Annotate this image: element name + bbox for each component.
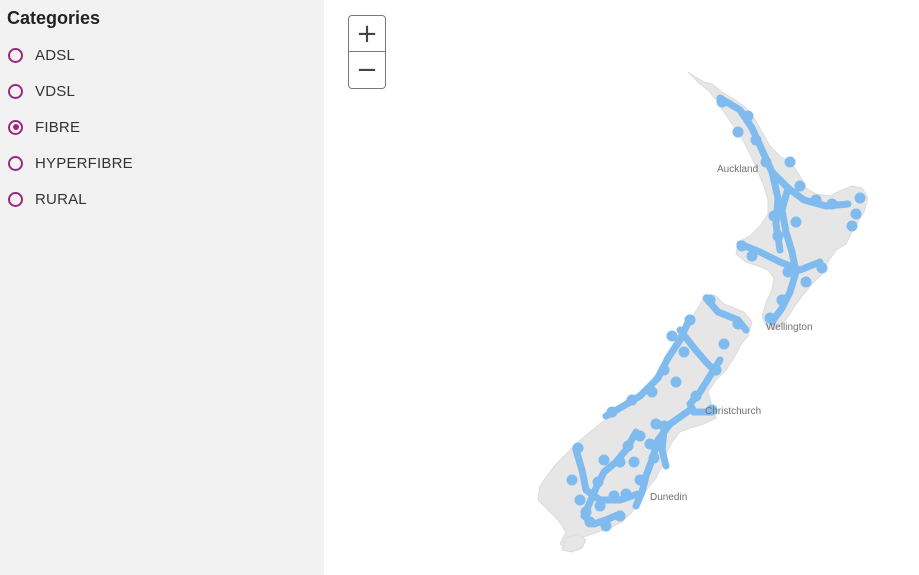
radio-button-selected-icon[interactable] [8,119,23,135]
radio-button-icon[interactable] [8,155,23,171]
fibre-coverage-area [854,192,866,204]
radio-rural[interactable]: RURAL [8,188,308,210]
fibre-coverage-area [710,364,722,376]
fibre-coverage-area [776,294,788,306]
fibre-coverage-area [606,406,618,418]
fibre-coverage-area [572,442,584,454]
fibre-coverage-area [620,488,632,500]
radio-adsl[interactable]: ADSL [8,44,308,66]
fibre-coverage-area [574,494,586,506]
fibre-coverage-area [584,516,596,528]
fibre-coverage-area [732,318,744,330]
city-label-dunedin: Dunedin [650,492,687,503]
zoom-control: + − [348,15,386,89]
fibre-coverage-area [794,180,806,192]
fibre-coverage-area [666,330,678,342]
radio-label: HYPERFIBRE [35,154,133,172]
fibre-coverage-route [658,426,670,470]
fibre-coverage-area [628,456,640,468]
fibre-coverage-area [600,520,612,532]
radio-label: FIBRE [35,118,81,136]
fibre-coverage-area [782,266,794,278]
fibre-coverage-area [718,338,730,350]
fibre-coverage-area [566,474,578,486]
radio-vdsl[interactable]: VDSL [8,80,308,102]
city-label-wellington: Wellington [766,322,813,333]
fibre-coverage-area [784,156,796,168]
fibre-coverage-area [678,346,690,358]
fibre-coverage-area [634,474,646,486]
fibre-coverage-area [790,216,802,228]
zoom-out-button[interactable]: − [349,52,385,88]
fibre-coverage-area [772,230,784,242]
fibre-coverage-area [608,490,620,502]
coverage-map[interactable]: Auckland Wellington Christchurch Dunedin… [324,0,919,575]
fibre-coverage-area [750,134,762,146]
fibre-coverage-area [644,438,656,450]
fibre-coverage-area [690,390,702,402]
fibre-coverage-area [626,394,638,406]
radio-hyperfibre[interactable]: HYPERFIBRE [8,152,308,174]
fibre-coverage-area [598,454,610,466]
city-label-auckland: Auckland [717,164,758,175]
south-island [537,293,753,549]
fibre-coverage-area [850,208,862,220]
fibre-coverage-area [816,262,828,274]
fibre-coverage-area [658,420,670,432]
categories-panel: Categories ADSL VDSL FIBRE HYPERFIBRE RU… [0,0,324,575]
fibre-coverage-area [648,452,660,464]
fibre-coverage-area [826,198,838,210]
fibre-coverage-area [646,386,658,398]
fibre-coverage-area [746,250,758,262]
fibre-coverage-area [768,210,780,222]
fibre-coverage-area [760,156,772,168]
fibre-coverage-area [658,364,670,376]
city-label-christchurch: Christchurch [705,406,761,417]
fibre-coverage-area [634,430,646,442]
fibre-coverage-area [614,456,626,468]
fibre-coverage-area [800,276,812,288]
fibre-coverage-area [742,110,754,122]
fibre-coverage-area [670,376,682,388]
fibre-coverage-area [594,500,606,512]
fibre-coverage-area [732,126,744,138]
radio-button-icon[interactable] [8,191,23,207]
fibre-coverage-area [684,314,696,326]
fibre-coverage-area [716,96,728,108]
fibre-coverage-area [592,476,604,488]
fibre-coverage-area [614,510,626,522]
radio-label: ADSL [35,46,75,64]
radio-label: VDSL [35,82,75,100]
fibre-coverage-layer [566,94,866,532]
fibre-coverage-area [580,506,592,518]
fibre-coverage-area [810,194,822,206]
fibre-coverage-area [846,220,858,232]
radio-button-icon[interactable] [8,47,23,63]
radio-label: RURAL [35,190,87,208]
fibre-coverage-area [622,440,634,452]
nz-map[interactable]: Auckland Wellington Christchurch Dunedin [324,0,919,575]
radio-fibre[interactable]: FIBRE [8,116,308,138]
categories-title: Categories [7,8,101,28]
fibre-coverage-area [704,294,716,306]
fibre-coverage-area [736,240,748,252]
zoom-in-button[interactable]: + [349,16,385,52]
radio-button-icon[interactable] [8,83,23,99]
